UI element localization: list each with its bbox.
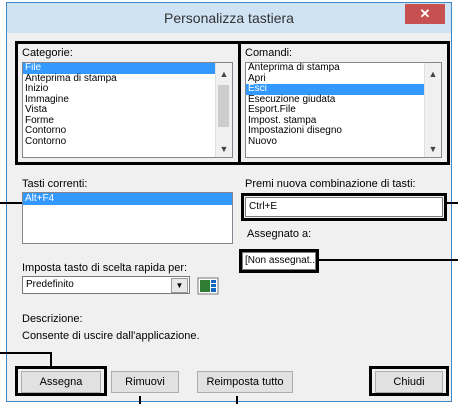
shortcut-set-value: Predefinito (26, 279, 74, 290)
leader-line (236, 396, 238, 404)
list-item[interactable]: Contorno (23, 136, 232, 148)
categories-label: Categorie: (22, 47, 73, 59)
shortcut-set-select[interactable]: Predefinito ▼ (22, 276, 190, 294)
scroll-thumb[interactable] (218, 85, 229, 127)
leader-line (0, 352, 52, 354)
categories-scrollbar[interactable]: ▲ ▼ (215, 63, 232, 157)
list-item[interactable]: Esport.File (246, 104, 441, 116)
current-keys-list[interactable]: Alt+F4 (22, 192, 233, 244)
assign-button[interactable]: Assegna (21, 371, 101, 393)
leader-line (139, 396, 141, 404)
reset-all-button[interactable]: Reimposta tutto (197, 371, 293, 393)
leader-line (318, 259, 458, 261)
scroll-down-icon[interactable]: ▼ (216, 142, 232, 156)
current-key-item[interactable]: Alt+F4 (23, 193, 232, 205)
scroll-up-icon[interactable]: ▲ (216, 67, 232, 81)
scroll-up-icon[interactable]: ▲ (425, 67, 441, 81)
list-item[interactable]: Vista (23, 104, 232, 116)
list-item[interactable]: Esci (246, 83, 441, 95)
assigned-label: Assegnato a: (247, 228, 312, 240)
categories-list[interactable]: File Anteprima di stampa Inizio Immagine Vis… (22, 62, 233, 158)
list-item[interactable]: Anteprima di stampa (23, 73, 232, 85)
new-combo-input[interactable]: Ctrl+E (245, 197, 443, 217)
commands-scrollbar[interactable]: ▲ ▼ (424, 63, 441, 157)
leader-line (0, 202, 22, 204)
close-icon[interactable]: ✕ (405, 4, 445, 24)
close-button[interactable]: Chiudi (375, 371, 443, 393)
remove-button[interactable]: Rimuovi (111, 371, 179, 393)
list-item[interactable]: File (23, 63, 232, 74)
current-keys-label: Tasti correnti: (22, 178, 88, 190)
dialog-title: Personalizza tastiera (164, 10, 294, 26)
list-item[interactable]: Apri (246, 73, 441, 85)
assigned-value: [Non assegnat..] (242, 252, 316, 270)
chevron-down-icon[interactable]: ▼ (171, 278, 188, 293)
customize-keyboard-dialog: Personalizza tastiera ✕ Categorie: File A… (6, 2, 452, 402)
list-item[interactable]: Contorno (23, 125, 232, 137)
list-item[interactable]: Anteprima di stampa (246, 63, 441, 74)
list-item[interactable]: Inizio (23, 83, 232, 95)
leader-line (50, 352, 52, 366)
leader-line (446, 202, 458, 204)
scroll-down-icon[interactable]: ▼ (425, 142, 441, 156)
list-item[interactable]: Immagine (23, 94, 232, 106)
list-item[interactable]: Nuovo (246, 136, 441, 148)
description-label: Descrizione: (22, 313, 83, 325)
list-item[interactable]: Impostazioni disegno (246, 125, 441, 137)
commands-list[interactable]: Anteprima di stampa Apri Esci Esecuzione gi… (245, 62, 442, 158)
title-bar: Personalizza tastiera ✕ (7, 3, 451, 33)
new-combo-label: Premi nuova combinazione di tasti: (245, 178, 416, 190)
grid-icon[interactable] (197, 276, 219, 296)
shortcut-set-label: Imposta tasto di scelta rapida per: (22, 262, 188, 274)
commands-label: Comandi: (245, 47, 293, 59)
description-text: Consente di uscire dall'applicazione. (22, 330, 200, 342)
